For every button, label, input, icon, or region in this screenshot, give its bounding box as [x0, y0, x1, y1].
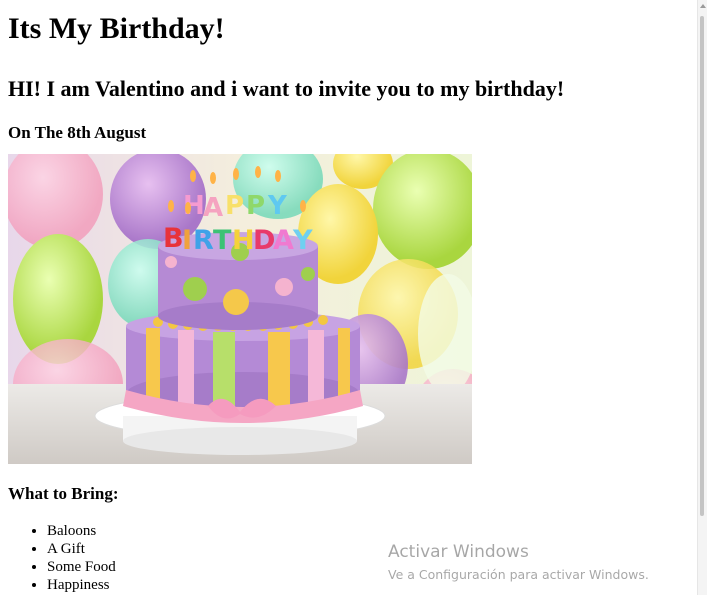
scroll-up-arrow-icon[interactable]	[700, 4, 706, 8]
svg-text:R: R	[193, 225, 214, 256]
windows-activation-watermark: Activar Windows Ve a Configuración para …	[388, 541, 649, 584]
list-item: A Gift	[47, 540, 116, 558]
svg-text:P: P	[246, 191, 265, 221]
list-item: Happiness	[47, 576, 116, 594]
list-item: Some Food	[47, 558, 116, 576]
svg-text:B: B	[163, 223, 184, 254]
svg-text:A: A	[203, 193, 223, 223]
svg-text:I: I	[182, 225, 192, 256]
svg-text:T: T	[213, 225, 232, 256]
svg-text:P: P	[225, 191, 244, 221]
invite-heading: HI! I am Valentino and i want to invite …	[8, 76, 565, 101]
watermark-subtitle: Ve a Configuración para activar Windows.	[388, 567, 649, 582]
svg-text:A: A	[273, 225, 294, 256]
svg-text:Y: Y	[267, 191, 288, 221]
vertical-scrollbar[interactable]	[697, 0, 707, 595]
svg-text:Y: Y	[292, 225, 313, 256]
page-title: Its My Birthday!	[8, 12, 225, 45]
list-item: Baloons	[47, 522, 116, 540]
watermark-title: Activar Windows	[388, 542, 529, 562]
svg-text:H: H	[232, 225, 255, 256]
birthday-cake-image: H A P P Y B I R T H D A Y	[8, 154, 472, 464]
bring-list: Baloons A Gift Some Food Happiness	[8, 522, 116, 594]
bring-heading: What to Bring:	[8, 484, 119, 503]
page-content: Its My Birthday! HI! I am Valentino and …	[8, 0, 698, 593]
date-heading: On The 8th August	[8, 123, 147, 142]
scrollbar-thumb[interactable]	[700, 16, 704, 516]
